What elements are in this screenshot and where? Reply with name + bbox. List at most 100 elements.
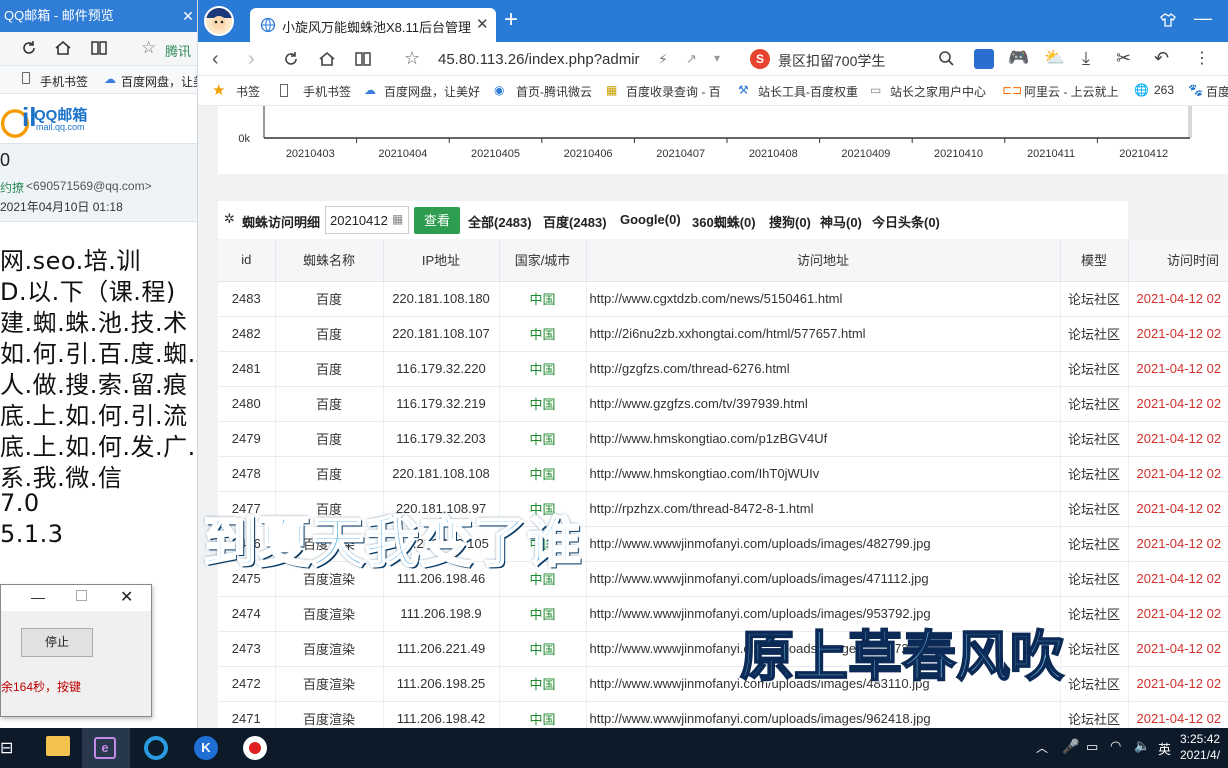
header-id[interactable]: id xyxy=(218,239,276,282)
bookmark-item[interactable]: 阿里云 - 上云就上 xyxy=(1024,83,1119,100)
chevron-up-icon[interactable]: ︿ xyxy=(1036,739,1048,756)
reader-icon[interactable] xyxy=(90,39,108,57)
cell-url[interactable]: http://www.hmskongtiao.com/p1zBGV4Uf xyxy=(586,421,1061,457)
dropdown-icon[interactable]: ▾ xyxy=(714,51,720,65)
sender-name[interactable]: 约撩 xyxy=(0,179,24,196)
gamepad-icon[interactable]: 🎮 xyxy=(1008,48,1029,68)
date-input[interactable]: 20210412 ▦ xyxy=(325,206,409,234)
bookmark-tencent[interactable]: 腾讯 xyxy=(165,41,191,60)
cell-url[interactable]: http://gzgfzs.com/thread-6276.html xyxy=(586,351,1061,387)
home-icon[interactable] xyxy=(318,50,336,68)
star-icon[interactable]: ☆ xyxy=(404,48,420,69)
home-icon[interactable] xyxy=(54,39,72,57)
filter-sogou[interactable]: 搜狗(0) xyxy=(769,212,811,231)
bookmark-item[interactable]: 首页-腾讯微云 xyxy=(516,83,592,100)
task-view-icon[interactable]: ⊟ xyxy=(0,738,13,758)
stop-button[interactable]: 停止 xyxy=(21,628,93,657)
bookmark-item[interactable]: 百度收录查询 - 百 xyxy=(626,83,721,100)
more-icon[interactable]: ⋮ xyxy=(1194,48,1210,68)
header-ip[interactable]: IP地址 xyxy=(383,239,500,282)
star-icon[interactable]: ☆ xyxy=(141,38,156,58)
header-spider[interactable]: 蜘蛛名称 xyxy=(275,239,384,282)
reader-icon[interactable] xyxy=(354,50,372,68)
filter-360[interactable]: 360蜘蛛(0) xyxy=(692,212,756,231)
scissors-icon[interactable]: ✂ xyxy=(1116,48,1131,69)
forward-icon[interactable]: › xyxy=(248,48,255,71)
bookmark-item[interactable]: 站长之家用户中心 xyxy=(890,83,986,100)
table-row[interactable]: 2472 百度渲染 111.206.198.25 中国 http://www.wwwji… xyxy=(218,666,1228,702)
table-row[interactable]: 2481 百度 116.179.32.220 中国 http://gzgfzs.com/… xyxy=(218,351,1228,387)
tab-active[interactable]: 小旋风万能蜘蛛池X8.11后台管理 ✕ xyxy=(250,8,496,42)
cell-url[interactable]: http://www.wwwjinmofanyi.com/uploads/ima… xyxy=(586,701,1061,728)
table-row[interactable]: 2482 百度 220.181.108.107 中国 http://2i6nu2zb.x… xyxy=(218,316,1228,352)
table-row[interactable]: 2480 百度 116.179.32.219 中国 http://www.gzgfzs.… xyxy=(218,386,1228,422)
weather-icon[interactable]: ⛅ xyxy=(1044,48,1065,68)
microphone-icon[interactable]: 🎤 xyxy=(1062,738,1079,755)
bookmark-phone[interactable]: 手机书签 xyxy=(40,73,88,90)
bookmark-item[interactable]: 百度网盘，让美好 xyxy=(384,83,480,100)
bookmark-item[interactable]: 263 xyxy=(1154,83,1174,97)
bookmark-item[interactable]: 站长工具-百度权重 xyxy=(758,83,858,100)
table-row[interactable]: 2474 百度渲染 111.206.198.9 中国 http://www.wwwjin… xyxy=(218,596,1228,632)
search-icon[interactable] xyxy=(938,50,954,66)
filter-google[interactable]: Google(0) xyxy=(620,212,681,227)
tab-close-icon[interactable]: ✕ xyxy=(476,15,489,33)
back-icon[interactable]: ‹ xyxy=(212,48,219,71)
shirt-icon[interactable] xyxy=(1160,12,1176,28)
cell-url[interactable]: http://rpzhzx.com/thread-8472-8-1.html xyxy=(586,491,1061,527)
table-row[interactable]: 2473 百度渲染 111.206.221.49 中国 http://www.wwwji… xyxy=(218,631,1228,667)
bookmark-item[interactable]: 书签 xyxy=(236,83,260,100)
wifi-icon[interactable]: ◠ xyxy=(1110,738,1121,754)
tray-clock[interactable]: 3:25:42 2021/4/ xyxy=(1180,731,1220,763)
header-time[interactable]: 访问时间 xyxy=(1128,239,1228,282)
cell-time: 2021-04-12 02 xyxy=(1128,491,1228,527)
table-row[interactable]: 2478 百度 220.181.108.108 中国 http://www.hmskon… xyxy=(218,456,1228,492)
taskbar-active-app[interactable]: e xyxy=(82,728,130,768)
cell-url[interactable]: http://www.gzgfzs.com/tv/397939.html xyxy=(586,386,1061,422)
bookmark-item[interactable]: 百度 xyxy=(1206,83,1228,100)
cell-model: 论坛社区 xyxy=(1060,421,1129,457)
undo-icon[interactable]: ↶ xyxy=(1154,48,1169,69)
search-engine-icon[interactable]: S xyxy=(750,49,770,69)
query-button[interactable]: 查看 xyxy=(414,207,460,234)
header-city[interactable]: 国家/城市 xyxy=(499,239,587,282)
k-app-icon[interactable]: K xyxy=(194,736,218,760)
filter-all[interactable]: 全部(2483) xyxy=(468,212,532,231)
extension-icon[interactable] xyxy=(974,49,994,69)
cell-url[interactable]: http://2i6nu2zb.xxhongtai.com/html/57765… xyxy=(586,316,1061,352)
close-icon[interactable]: ✕ xyxy=(178,0,197,32)
minimize-icon[interactable]: — xyxy=(1194,8,1212,29)
battery-icon[interactable]: ▭ xyxy=(1086,739,1098,755)
table-row[interactable]: 2471 百度渲染 111.206.198.42 中国 http://www.wwwji… xyxy=(218,701,1228,728)
bookmark-item[interactable]: 手机书签 xyxy=(303,83,351,100)
maximize-icon[interactable] xyxy=(76,590,87,601)
table-row[interactable]: 2483 百度 220.181.108.180 中国 http://www.cgxtdz… xyxy=(218,281,1228,317)
table-row[interactable]: 2479 百度 116.179.32.203 中国 http://www.hmskong… xyxy=(218,421,1228,457)
header-url[interactable]: 访问地址 xyxy=(586,239,1061,282)
refresh-icon[interactable] xyxy=(20,39,38,57)
lightning-icon[interactable]: ⚡ xyxy=(658,51,668,68)
bookmark-baidu-pan[interactable]: 百度网盘，让美 xyxy=(121,73,197,90)
address-bar[interactable]: 45.80.113.26/index.php?admir xyxy=(438,51,640,68)
cell-url[interactable]: http://www.wwwjinmofanyi.com/uploads/ima… xyxy=(586,526,1061,562)
search-input[interactable]: 景区扣留700学生 xyxy=(778,51,885,71)
file-explorer-icon[interactable] xyxy=(46,736,70,756)
cell-url[interactable]: http://www.cgxtdzb.com/news/5150461.html xyxy=(586,281,1061,317)
volume-icon[interactable]: 🔈 xyxy=(1134,738,1150,754)
header-model[interactable]: 模型 xyxy=(1060,239,1129,282)
refresh-icon[interactable] xyxy=(282,50,300,68)
record-icon[interactable] xyxy=(243,736,267,760)
filter-toutiao[interactable]: 今日头条(0) xyxy=(872,212,940,231)
share-icon[interactable]: ↗ xyxy=(686,51,697,67)
ime-indicator[interactable]: 英 xyxy=(1158,739,1171,758)
close-icon[interactable]: ✕ xyxy=(120,587,133,607)
minimize-icon[interactable]: — xyxy=(31,589,45,605)
filter-baidu[interactable]: 百度(2483) xyxy=(543,212,607,231)
cell-url[interactable]: http://www.wwwjinmofanyi.com/uploads/ima… xyxy=(586,561,1061,597)
download-icon[interactable]: ⤓ xyxy=(1082,48,1090,69)
cell-url[interactable]: http://www.hmskongtiao.com/IhT0jWUIv xyxy=(586,456,1061,492)
browser-icon[interactable] xyxy=(144,736,168,760)
filter-shenma[interactable]: 神马(0) xyxy=(820,212,862,231)
new-tab-button[interactable]: + xyxy=(504,8,518,32)
avatar[interactable] xyxy=(204,6,234,36)
